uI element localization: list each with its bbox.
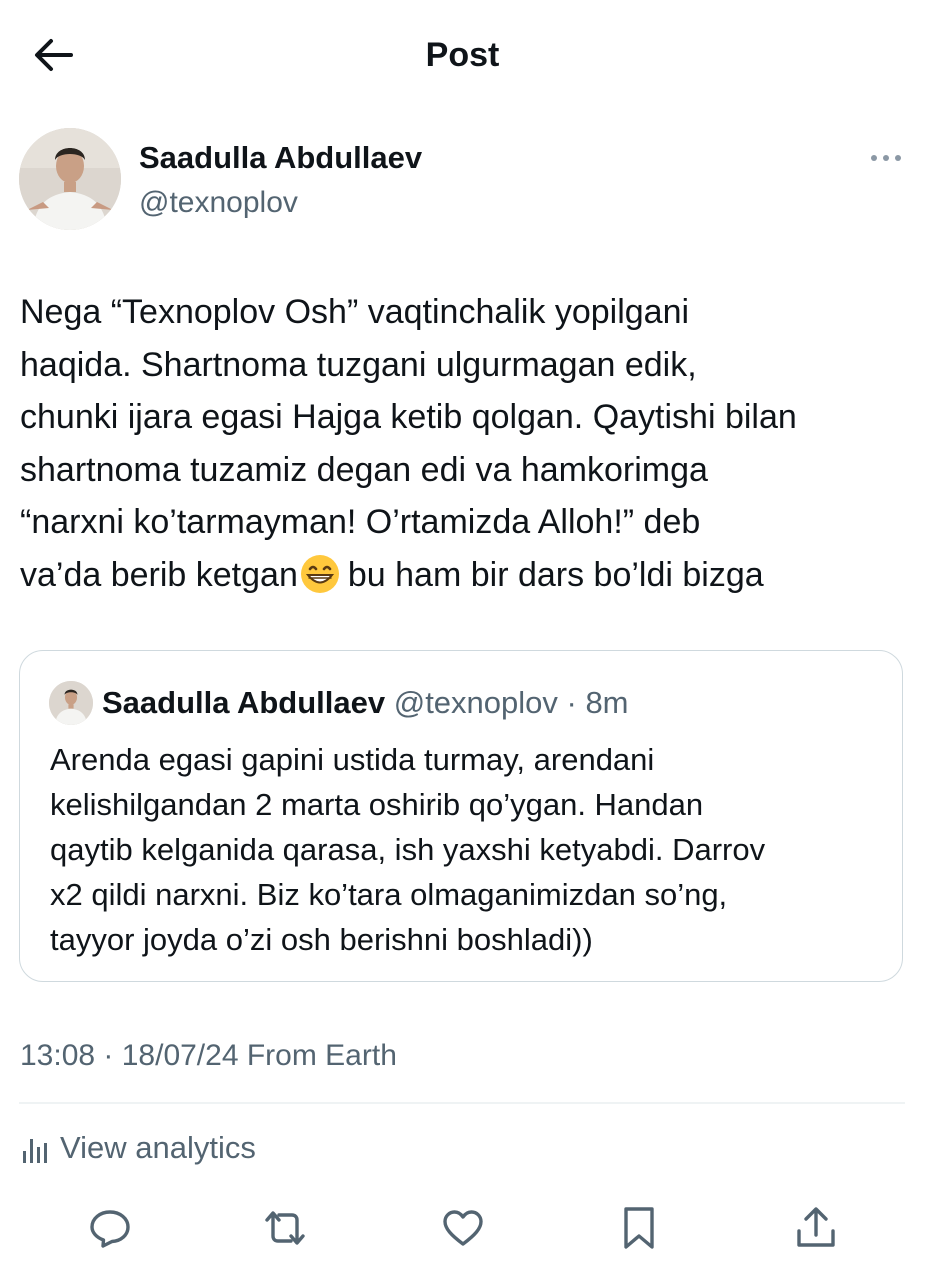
author-name[interactable]: Saadulla Abdullaev — [139, 138, 422, 178]
more-dots-icon — [871, 155, 901, 161]
quoted-post-header: Saadulla Abdullaev @texnoplov · 8m — [102, 683, 629, 723]
post-text-fragment: bu ham bir dars bo’ldi bizga — [347, 555, 764, 594]
reply-icon — [90, 1210, 130, 1248]
quoted-avatar — [49, 681, 93, 725]
post-author: Saadulla Abdullaev @texnoplov — [0, 128, 925, 232]
quoted-text-line: tayyor joyda o’zi osh berishni boshladi)… — [50, 922, 593, 957]
avatar[interactable] — [19, 128, 121, 230]
post-timestamp: 13:08 · 18/07/24 From Earth — [20, 1039, 397, 1072]
bookmark-button[interactable] — [611, 1200, 667, 1256]
grinning-face-emoji-icon — [300, 554, 339, 593]
repost-icon — [265, 1211, 305, 1245]
repost-button[interactable] — [257, 1200, 313, 1256]
post-text: Nega “Texnoplov Osh” vaqtinchalik yopilg… — [20, 286, 910, 602]
post-text-line: chunki ijara egasi Hajga ketib qolgan. Q… — [20, 398, 797, 437]
quoted-text-line: qaytib kelganida qarasa, ish yaxshi kety… — [50, 832, 766, 867]
like-button[interactable] — [435, 1200, 491, 1256]
bookmark-icon — [624, 1207, 654, 1249]
quoted-author-name: Saadulla Abdullaev — [102, 685, 386, 720]
divider — [19, 1102, 905, 1104]
post-text-line: Nega “Texnoplov Osh” vaqtinchalik yopilg… — [20, 293, 690, 331]
author-handle[interactable]: @texnoplov — [139, 183, 298, 223]
profile-photo-icon — [19, 128, 121, 230]
post-text-line: haqida. Shartnoma tuzgani ulgurmagan edi… — [20, 345, 697, 384]
page-title: Post — [425, 36, 500, 74]
top-bar: Post — [0, 0, 925, 112]
quoted-text-line: x2 qildi narxni. Biz ko’tara olmaganimiz… — [50, 877, 728, 912]
post-text-line: shartnoma tuzamiz degan edi va hamkorimg… — [20, 450, 708, 489]
analytics-bars-icon — [23, 1139, 47, 1163]
post-text-line: “narxni ko’tarmayman! O’rtamizda Alloh!”… — [20, 503, 701, 542]
profile-photo-icon — [49, 681, 93, 725]
quoted-author-meta: @texnoplov · 8m — [385, 685, 629, 720]
post-text-last-line: va’da berib ketgan bu ham bir dars bo’ld… — [20, 549, 910, 602]
like-icon — [443, 1210, 483, 1246]
share-icon — [797, 1207, 835, 1247]
post-actions-bar — [0, 1200, 925, 1256]
quoted-text-line: kelishilgandan 2 marta oshirib qo’ygan. … — [50, 787, 704, 822]
view-analytics-label: View analytics — [60, 1130, 256, 1165]
quoted-post-text: Arenda egasi gapini ustida turmay, arend… — [50, 737, 890, 962]
post-text-fragment: va’da berib ketgan — [20, 555, 298, 594]
share-button[interactable] — [788, 1200, 844, 1256]
reply-button[interactable] — [82, 1200, 138, 1256]
quoted-post-card[interactable]: Saadulla Abdullaev @texnoplov · 8m Arend… — [19, 650, 903, 982]
view-analytics-button[interactable]: View analytics — [20, 1126, 256, 1170]
quoted-text-line: Arenda egasi gapini ustida turmay, arend… — [50, 742, 655, 777]
more-options-button[interactable] — [864, 142, 908, 174]
